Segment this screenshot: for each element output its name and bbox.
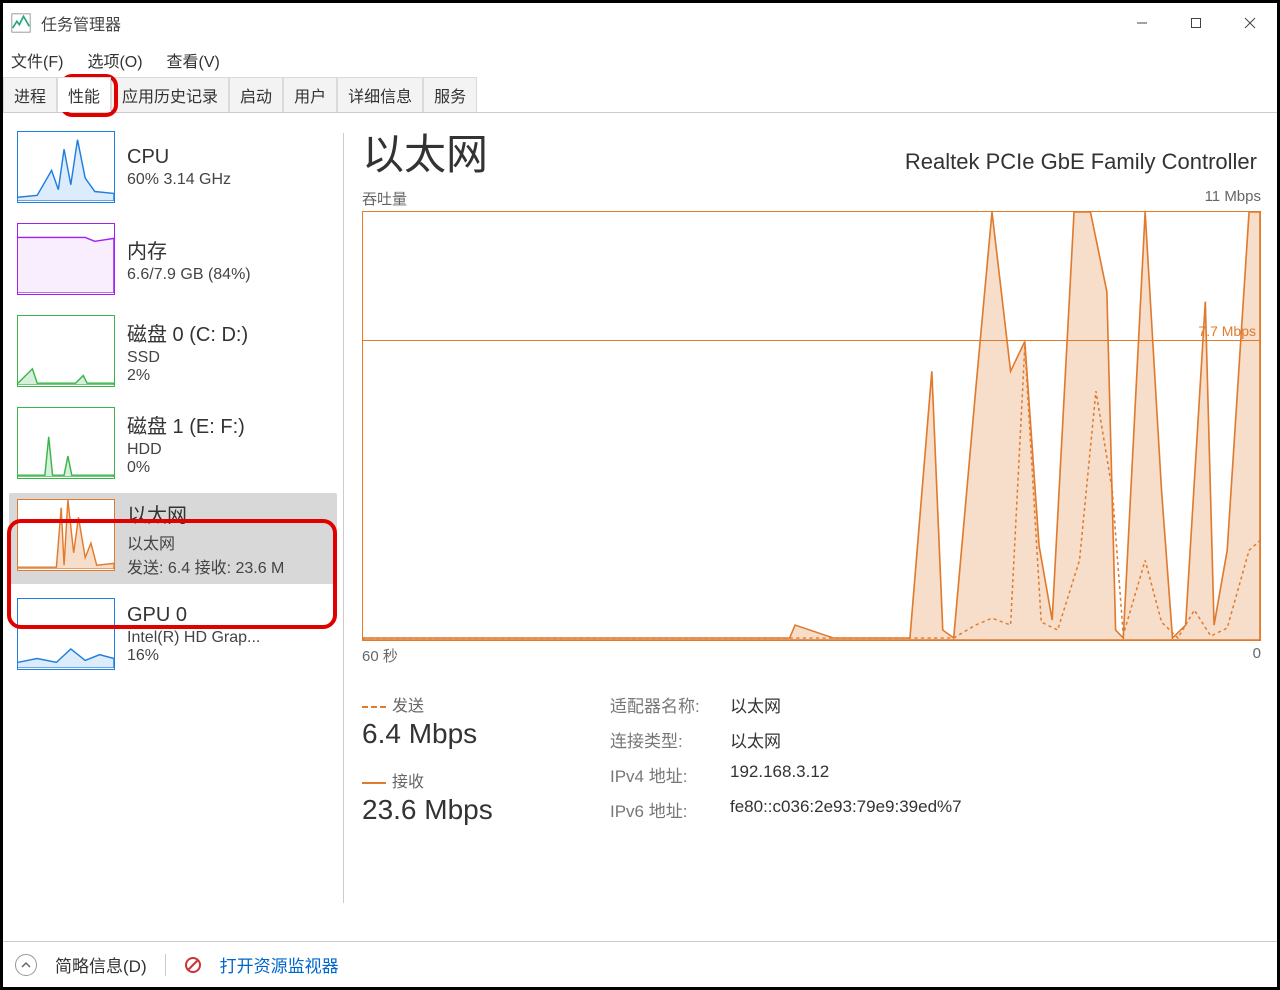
gpu-name: GPU 0 xyxy=(127,604,260,627)
sidebar-item-memory[interactable]: 内存 6.6/7.9 GB (84%) xyxy=(9,217,337,301)
disk1-name: 磁盘 1 (E: F:) xyxy=(127,410,245,439)
app-icon xyxy=(11,13,31,33)
gpu-thumb xyxy=(17,598,115,670)
sidebar-item-gpu[interactable]: GPU 0 Intel(R) HD Grap... 16% xyxy=(9,592,337,676)
recv-rate: 接收 23.6 Mbps xyxy=(362,768,582,826)
yaxis-mid: 7.7 Mbps xyxy=(1198,323,1256,339)
menu-bar: 文件(F) 选项(O) 查看(V) xyxy=(3,43,1277,77)
content: CPU 60% 3.14 GHz 内存 6.6/7.9 GB (84%) 磁盘 … xyxy=(3,113,1277,923)
info-ipv6: fe80::c036:2e93:79e9:39ed%7 xyxy=(730,797,962,822)
tab-details[interactable]: 详细信息 xyxy=(337,77,423,112)
throughput-graph: 7.7 Mbps xyxy=(362,211,1261,641)
gpu-sub: Intel(R) HD Grap... xyxy=(127,629,260,647)
maximize-button[interactable] xyxy=(1169,3,1223,43)
sidebar: CPU 60% 3.14 GHz 内存 6.6/7.9 GB (84%) 磁盘 … xyxy=(3,113,343,923)
disk0-sub: SSD xyxy=(127,349,248,367)
memory-thumb xyxy=(17,223,115,295)
minimize-button[interactable] xyxy=(1115,3,1169,43)
gpu-detail: 16% xyxy=(127,647,260,665)
resmon-icon xyxy=(184,956,202,974)
graph-svg xyxy=(363,212,1260,640)
ethernet-detail: 发送: 6.4 接收: 23.6 M xyxy=(127,554,284,578)
info-conn: 以太网 xyxy=(730,727,781,752)
tab-startup[interactable]: 启动 xyxy=(229,77,283,112)
cpu-thumb xyxy=(17,131,115,203)
main-title: 以太网 xyxy=(362,121,488,182)
sidebar-item-ethernet[interactable]: 以太网 以太网 发送: 6.4 接收: 23.6 M xyxy=(9,493,337,584)
details-section: 发送 6.4 Mbps 接收 23.6 Mbps 适配器名称:以太网 连接类型:… xyxy=(362,692,1261,832)
bottom-separator xyxy=(165,954,166,976)
tab-performance[interactable]: 性能 xyxy=(57,77,111,112)
disk1-sub: HDD xyxy=(127,441,245,459)
sidebar-item-cpu[interactable]: CPU 60% 3.14 GHz xyxy=(9,125,337,209)
cpu-name: CPU xyxy=(127,146,231,169)
brief-info-button[interactable]: 简略信息(D) xyxy=(55,952,147,977)
disk1-thumb xyxy=(17,407,115,479)
recv-value: 23.6 Mbps xyxy=(362,794,582,826)
xaxis-left: 60 秒 xyxy=(362,645,398,666)
tab-bar: 进程 性能 应用历史记录 启动 用户 详细信息 服务 xyxy=(3,77,1277,113)
close-button[interactable] xyxy=(1223,3,1277,43)
main-panel: 以太网 Realtek PCIe GbE Family Controller 吞… xyxy=(344,113,1277,923)
memory-name: 内存 xyxy=(127,235,251,264)
tab-app-history[interactable]: 应用历史记录 xyxy=(111,77,229,112)
disk0-name: 磁盘 0 (C: D:) xyxy=(127,318,248,347)
open-resmon-link[interactable]: 打开资源监视器 xyxy=(220,952,339,977)
sidebar-item-disk1[interactable]: 磁盘 1 (E: F:) HDD 0% xyxy=(9,401,337,485)
menu-options[interactable]: 选项(O) xyxy=(87,48,142,72)
ethernet-thumb xyxy=(17,499,115,571)
xaxis-right: 0 xyxy=(1253,645,1261,666)
cpu-detail: 60% 3.14 GHz xyxy=(127,171,231,189)
disk1-detail: 0% xyxy=(127,459,245,477)
info-ipv4: 192.168.3.12 xyxy=(730,762,829,787)
tab-processes[interactable]: 进程 xyxy=(3,77,57,112)
send-rate: 发送 6.4 Mbps xyxy=(362,692,582,750)
throughput-label: 吞吐量 xyxy=(362,188,407,209)
ethernet-sub: 以太网 xyxy=(127,530,284,554)
info-adapter: 以太网 xyxy=(730,692,781,717)
memory-detail: 6.6/7.9 GB (84%) xyxy=(127,266,251,284)
tab-users[interactable]: 用户 xyxy=(283,77,337,112)
adapter-info-table: 适配器名称:以太网 连接类型:以太网 IPv4 地址:192.168.3.12 … xyxy=(610,692,962,832)
menu-file[interactable]: 文件(F) xyxy=(11,48,63,72)
title-bar: 任务管理器 xyxy=(3,3,1277,43)
sidebar-item-disk0[interactable]: 磁盘 0 (C: D:) SSD 2% xyxy=(9,309,337,393)
menu-view[interactable]: 查看(V) xyxy=(167,48,220,72)
send-value: 6.4 Mbps xyxy=(362,718,582,750)
ethernet-name: 以太网 xyxy=(127,499,284,528)
disk0-detail: 2% xyxy=(127,367,248,385)
yaxis-top: 11 Mbps xyxy=(1205,188,1261,209)
collapse-icon[interactable] xyxy=(15,954,37,976)
tab-services[interactable]: 服务 xyxy=(423,77,477,112)
bottom-bar: 简略信息(D) 打开资源监视器 xyxy=(3,941,1277,987)
adapter-title: Realtek PCIe GbE Family Controller xyxy=(905,149,1257,175)
window-title: 任务管理器 xyxy=(41,11,121,35)
disk0-thumb xyxy=(17,315,115,387)
